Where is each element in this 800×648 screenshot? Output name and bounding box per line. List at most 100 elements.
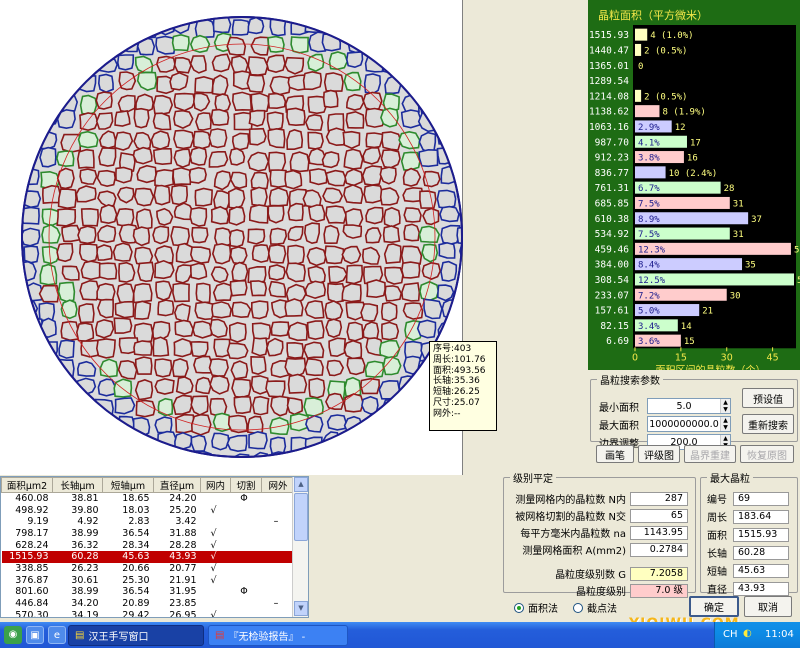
grain[interactable] <box>41 73 63 94</box>
grain[interactable] <box>304 113 324 131</box>
grain[interactable] <box>208 151 229 168</box>
grain[interactable] <box>61 224 82 243</box>
grain[interactable] <box>302 189 322 208</box>
grain[interactable] <box>402 167 422 187</box>
spin-down-icon[interactable]: ▼ <box>721 424 730 431</box>
grain[interactable] <box>60 17 79 33</box>
grain[interactable] <box>77 303 95 324</box>
grain[interactable] <box>284 169 303 190</box>
grain[interactable] <box>153 148 173 166</box>
grain[interactable] <box>95 112 114 130</box>
grain[interactable] <box>56 208 77 227</box>
grain[interactable] <box>155 35 176 55</box>
grain[interactable] <box>94 318 115 339</box>
grain[interactable] <box>209 318 228 339</box>
grain[interactable] <box>380 321 400 341</box>
table-header-cell[interactable]: 短轴μm <box>102 477 154 493</box>
grain[interactable] <box>308 168 328 186</box>
grain[interactable] <box>457 90 463 110</box>
table-row[interactable]: 801.60 38.99 36.54 31.95 Φ <box>2 586 295 598</box>
grain[interactable] <box>457 54 463 73</box>
grain[interactable] <box>61 75 80 93</box>
grain[interactable] <box>230 55 249 74</box>
grain[interactable] <box>20 89 41 110</box>
grain[interactable] <box>306 246 327 267</box>
grain[interactable] <box>97 433 118 451</box>
grain[interactable] <box>174 319 194 338</box>
grain[interactable] <box>136 450 154 468</box>
grain[interactable] <box>170 225 191 247</box>
grain[interactable] <box>132 282 153 304</box>
table-scrollbar[interactable]: ▲ ▼ <box>292 477 308 617</box>
max-area-input[interactable] <box>648 417 720 431</box>
grain[interactable] <box>420 35 441 55</box>
grain[interactable] <box>99 358 119 378</box>
grain[interactable] <box>421 432 440 452</box>
grain[interactable] <box>173 109 194 129</box>
grain[interactable] <box>226 36 247 56</box>
grain[interactable] <box>154 259 175 280</box>
input-language[interactable]: CH <box>723 629 738 640</box>
grain[interactable] <box>328 265 348 284</box>
grain[interactable] <box>247 56 269 76</box>
grain[interactable] <box>194 187 213 207</box>
grain[interactable] <box>211 53 232 73</box>
grain[interactable] <box>304 357 324 377</box>
grain[interactable] <box>422 207 440 226</box>
grain[interactable] <box>171 33 190 52</box>
grain[interactable] <box>416 52 436 73</box>
grain[interactable] <box>228 147 246 166</box>
grain[interactable] <box>361 436 382 457</box>
area-method-radio[interactable]: 面积法 <box>514 600 558 615</box>
grain[interactable] <box>114 109 131 127</box>
grain[interactable] <box>384 266 404 285</box>
grain[interactable] <box>346 357 366 376</box>
grain[interactable] <box>189 146 208 166</box>
grain[interactable] <box>231 19 251 36</box>
table-row[interactable]: 9.19 4.92 2.83 3.42 – <box>2 516 295 528</box>
grain[interactable] <box>117 94 136 113</box>
grain[interactable] <box>96 282 116 302</box>
grain[interactable] <box>343 184 364 205</box>
grain[interactable] <box>398 454 418 472</box>
grain[interactable] <box>41 14 61 32</box>
grain[interactable] <box>97 224 117 244</box>
grain[interactable] <box>157 299 175 317</box>
table-row[interactable]: 376.87 30.61 25.30 21.91 √ <box>2 574 295 586</box>
grain[interactable] <box>80 454 99 472</box>
grain[interactable] <box>175 455 193 473</box>
grain[interactable] <box>118 71 137 91</box>
grain[interactable] <box>247 17 265 35</box>
table-header-cell[interactable]: 直径μm <box>153 477 201 493</box>
grain[interactable] <box>438 241 456 259</box>
grain[interactable] <box>22 128 39 148</box>
grain[interactable] <box>173 92 196 112</box>
grain[interactable] <box>303 222 321 245</box>
grain[interactable] <box>269 75 291 96</box>
grain[interactable] <box>270 321 290 337</box>
grain[interactable] <box>57 281 76 303</box>
grain[interactable] <box>132 226 151 247</box>
grain[interactable] <box>97 298 115 319</box>
grain[interactable] <box>99 455 121 475</box>
grain[interactable] <box>265 54 286 74</box>
grain[interactable] <box>399 396 420 415</box>
grain[interactable] <box>98 262 118 280</box>
table-row[interactable]: 446.84 34.20 20.89 23.85 – <box>2 598 295 610</box>
grain[interactable] <box>20 32 39 52</box>
grain[interactable] <box>324 245 345 265</box>
grain[interactable] <box>210 205 230 225</box>
grain[interactable] <box>246 415 264 434</box>
grain[interactable] <box>21 451 41 470</box>
grain[interactable] <box>267 92 287 110</box>
max-area-spinner[interactable]: ▲▼ <box>647 416 731 432</box>
grain[interactable] <box>440 112 460 130</box>
grain[interactable] <box>173 303 191 323</box>
cancel-button[interactable]: 取消 <box>744 596 792 617</box>
grain[interactable] <box>195 112 212 131</box>
grain[interactable] <box>195 282 211 304</box>
table-row[interactable]: 338.85 26.23 20.66 20.77 √ <box>2 563 295 575</box>
grain[interactable] <box>23 317 44 337</box>
taskbar-item-report[interactable]: ▤ 『无检验报告』 - <box>208 625 348 646</box>
grain[interactable] <box>229 321 247 343</box>
